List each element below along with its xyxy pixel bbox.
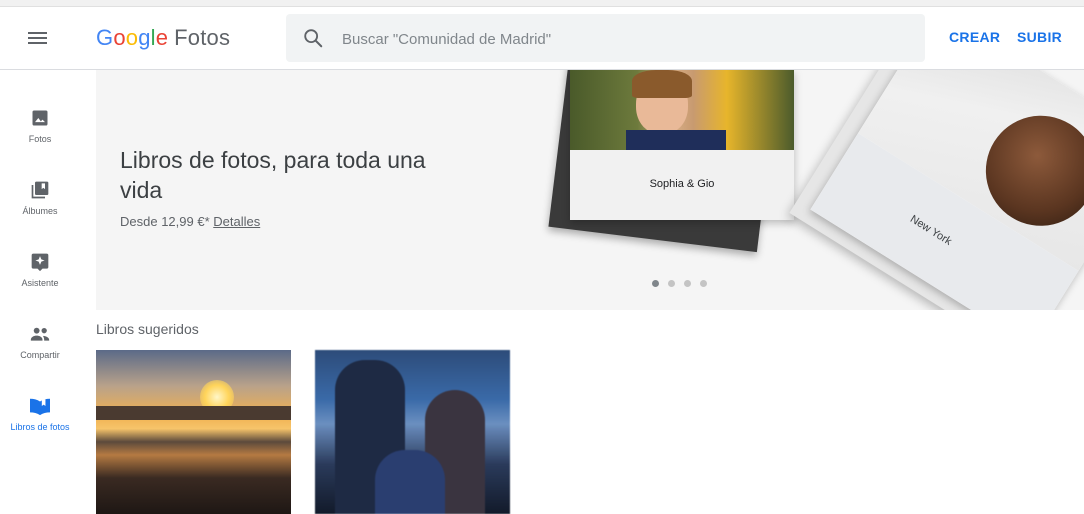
app-name: Fotos (174, 25, 231, 50)
people-icon (30, 327, 50, 341)
sidebar-item-label: Libros de fotos (10, 422, 70, 432)
sidebar-item-label: Álbumes (22, 206, 58, 216)
upload-button[interactable]: SUBIR (1017, 29, 1062, 45)
sidebar-item-albums[interactable]: Álbumes (0, 180, 80, 246)
price-text: Desde 12,99 €* (120, 214, 210, 229)
search-input[interactable] (340, 26, 904, 52)
book-title: Sophia & Gio (649, 178, 715, 190)
photo-book-sophia-gio: Sophia & Gio (570, 70, 794, 220)
app-header: GoogleFotos CREAR SUBIR (0, 7, 1084, 70)
sidebar-item-label: Fotos (28, 134, 52, 144)
banner-price: Desde 12,99 €* Detalles (120, 214, 260, 229)
suggested-books-title: Libros sugeridos (96, 321, 199, 337)
sidebar-item-photo-books[interactable]: Libros de fotos (0, 396, 80, 462)
assistant-icon (31, 253, 49, 272)
sidebar-item-photos[interactable]: Fotos (0, 108, 80, 174)
carousel-dot[interactable] (652, 280, 659, 287)
details-link[interactable]: Detalles (213, 214, 260, 229)
photo-book-new-york: New York (762, 70, 1084, 310)
promo-banner: Libros de fotos, para toda una vida Desd… (96, 70, 1084, 310)
suggested-book-thumbnail[interactable] (315, 350, 510, 514)
carousel-dot[interactable] (684, 280, 691, 287)
photo-icon (32, 110, 48, 126)
book-cover-photo (570, 70, 794, 150)
search-box[interactable] (286, 14, 925, 62)
suggested-book-thumbnail[interactable] (96, 350, 291, 514)
menu-icon (28, 32, 47, 34)
main-menu-button[interactable] (26, 29, 50, 47)
search-icon[interactable] (302, 27, 324, 49)
window-top-strip (0, 0, 1084, 7)
sidebar-item-assistant[interactable]: Asistente (0, 252, 80, 318)
google-photos-logo[interactable]: Google Fotos (96, 25, 230, 51)
carousel-dot[interactable] (700, 280, 707, 287)
sidebar: Fotos Álbumes Asistente Compartir Libros… (0, 70, 80, 514)
carousel-dots (652, 274, 716, 292)
carousel-dot[interactable] (668, 280, 675, 287)
sidebar-item-label: Compartir (20, 350, 60, 360)
albums-icon (31, 181, 49, 199)
create-button[interactable]: CREAR (949, 29, 1000, 45)
sidebar-item-label: Asistente (21, 278, 59, 288)
sidebar-item-share[interactable]: Compartir (0, 324, 80, 390)
photo-book-icon (30, 398, 50, 416)
banner-headline: Libros de fotos, para toda una vida (120, 147, 426, 203)
